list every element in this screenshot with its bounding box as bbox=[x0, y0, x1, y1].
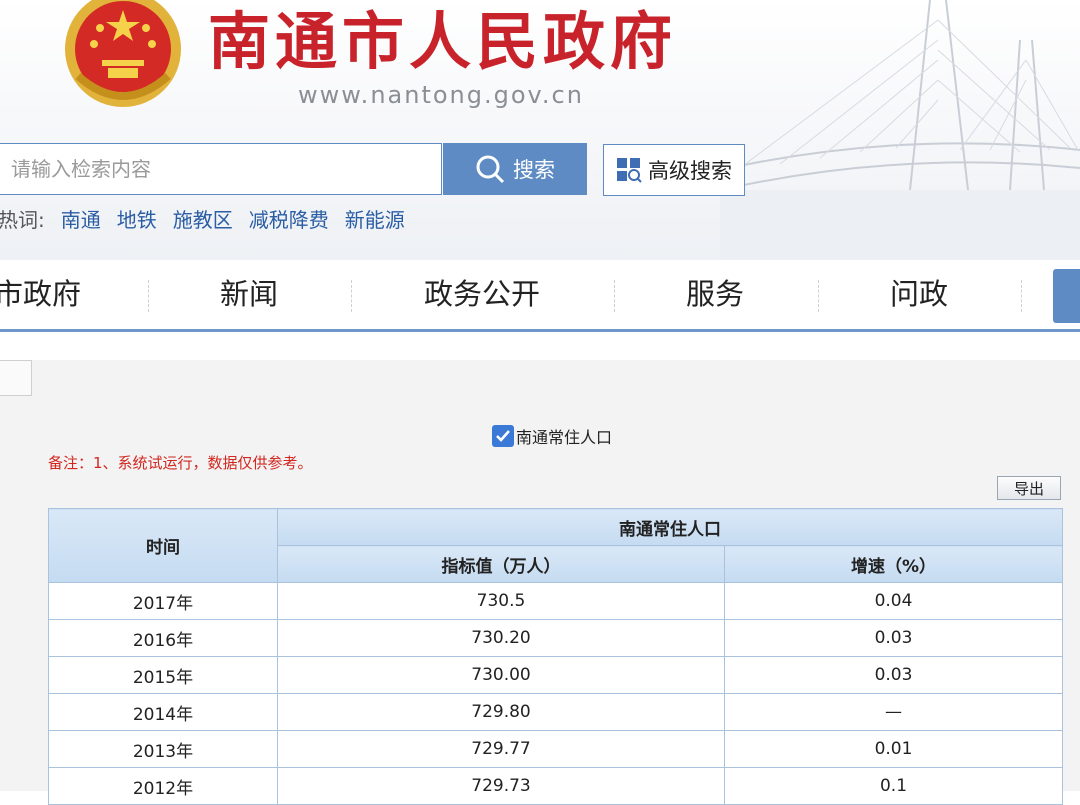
nav-divider bbox=[818, 280, 819, 312]
cell-growth: 0.1 bbox=[724, 767, 1063, 805]
bridge-illustration bbox=[720, 0, 1080, 260]
population-table: 时间 南通常住人口 指标值（万人） 增速（%） 2017年 730.5 0.04… bbox=[48, 508, 1063, 805]
data-panel: 南通常住人口 备注：1、系统试运行，数据仅供参考。 导出 时间 南通常住人口 指… bbox=[0, 360, 1080, 805]
site-header: 南通市人民政府 www.nantong.gov.cn 搜索 高级搜索 热词: 南… bbox=[0, 0, 1080, 260]
nav-item-services[interactable]: 服务 bbox=[686, 260, 744, 329]
table-row: 2017年 730.5 0.04 bbox=[48, 582, 1063, 620]
cell-year: 2014年 bbox=[48, 693, 278, 731]
nav-item-active[interactable] bbox=[1053, 269, 1080, 323]
search-button[interactable]: 搜索 bbox=[443, 143, 587, 195]
cell-value: 730.20 bbox=[277, 619, 725, 657]
cell-growth: 0.03 bbox=[724, 656, 1063, 694]
indicator-checkbox[interactable] bbox=[492, 425, 514, 447]
nav-divider bbox=[614, 280, 615, 312]
cell-year: 2013年 bbox=[48, 730, 278, 768]
indicator-checkbox-row: 南通常住人口 bbox=[492, 424, 612, 448]
hot-word-link[interactable]: 南通 bbox=[61, 206, 101, 234]
hot-words: 热词: 南通 地铁 施教区 减税降费 新能源 bbox=[0, 206, 405, 234]
hot-word-link[interactable]: 减税降费 bbox=[249, 206, 329, 234]
national-emblem-icon bbox=[65, 0, 181, 107]
nav-item-city-government[interactable]: 市政府 bbox=[0, 260, 81, 329]
table-row: 2013年 729.77 0.01 bbox=[48, 730, 1063, 768]
column-group-header: 南通常住人口 bbox=[277, 508, 1063, 546]
column-header-growth: 增速（%） bbox=[724, 545, 1063, 583]
table-row: 2012年 729.73 0.1 bbox=[48, 767, 1063, 805]
cell-growth: 0.01 bbox=[724, 730, 1063, 768]
cell-value: 729.73 bbox=[277, 767, 725, 805]
column-header-value: 指标值（万人） bbox=[277, 545, 725, 583]
advanced-search-button[interactable]: 高级搜索 bbox=[603, 144, 745, 196]
advanced-search-icon bbox=[617, 158, 642, 183]
cell-year: 2015年 bbox=[48, 656, 278, 694]
nav-divider bbox=[1021, 280, 1022, 312]
cell-value: 729.80 bbox=[277, 693, 725, 731]
site-title: 南通市人民政府 bbox=[208, 5, 678, 78]
hot-word-link[interactable]: 地铁 bbox=[117, 206, 157, 234]
nav-item-news[interactable]: 新闻 bbox=[220, 260, 278, 329]
table-row: 2014年 729.80 — bbox=[48, 693, 1063, 731]
column-header-time: 时间 bbox=[48, 508, 278, 583]
hot-word-link[interactable]: 新能源 bbox=[345, 206, 405, 234]
nav-divider bbox=[148, 280, 149, 312]
cell-value: 730.00 bbox=[277, 656, 725, 694]
search-button-label: 搜索 bbox=[513, 159, 555, 182]
main-nav: 市政府 新闻 政务公开 服务 问政 bbox=[0, 260, 1080, 332]
cell-growth: — bbox=[724, 693, 1063, 731]
search-icon bbox=[476, 155, 505, 184]
hot-words-label: 热词: bbox=[0, 208, 45, 232]
search-input[interactable] bbox=[0, 144, 441, 194]
nav-item-inquiry[interactable]: 问政 bbox=[890, 260, 948, 329]
nav-divider bbox=[351, 280, 352, 312]
table-row: 2015年 730.00 0.03 bbox=[48, 656, 1063, 694]
advanced-search-label: 高级搜索 bbox=[648, 160, 732, 183]
hot-word-link[interactable]: 施教区 bbox=[173, 206, 233, 234]
nav-item-government-affairs[interactable]: 政务公开 bbox=[424, 260, 540, 329]
cell-growth: 0.04 bbox=[724, 582, 1063, 620]
table-row: 2016年 730.20 0.03 bbox=[48, 619, 1063, 657]
cell-year: 2016年 bbox=[48, 619, 278, 657]
export-button[interactable]: 导出 bbox=[997, 476, 1061, 500]
cell-value: 729.77 bbox=[277, 730, 725, 768]
site-url: www.nantong.gov.cn bbox=[298, 81, 584, 109]
cell-value: 730.5 bbox=[277, 582, 725, 620]
cell-growth: 0.03 bbox=[724, 619, 1063, 657]
checkmark-icon bbox=[496, 430, 510, 442]
panel-tab[interactable] bbox=[0, 360, 32, 396]
indicator-checkbox-label: 南通常住人口 bbox=[516, 428, 613, 447]
search-box bbox=[0, 143, 442, 195]
cell-year: 2012年 bbox=[48, 767, 278, 805]
cell-year: 2017年 bbox=[48, 582, 278, 620]
remark-note: 备注：1、系统试运行，数据仅供参考。 bbox=[48, 454, 313, 472]
